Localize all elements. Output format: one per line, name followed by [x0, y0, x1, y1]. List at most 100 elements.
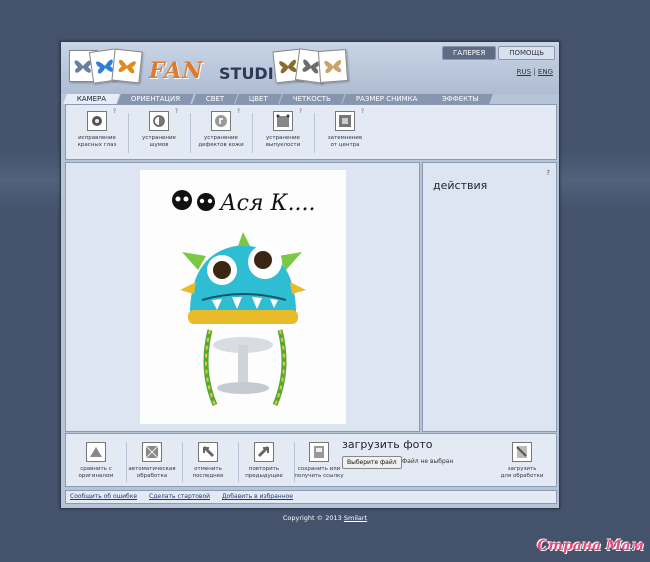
tool-label: затемнение — [327, 135, 363, 141]
help-icon[interactable]: ? — [113, 108, 116, 115]
red-eye-icon — [87, 111, 107, 131]
noise-tool[interactable]: ? устранение шумов — [130, 108, 188, 149]
lang-rus[interactable]: RUS — [517, 68, 531, 76]
actions-title: действия — [433, 179, 488, 192]
tool-label: автоматическая — [128, 466, 176, 472]
tab-effects[interactable]: ЭФФЕКТЫ — [428, 94, 493, 104]
report-error-link[interactable]: Сообщить об ошибке — [70, 493, 137, 500]
undo-button[interactable]: отменить последнее — [180, 442, 236, 480]
upload-process-button[interactable]: загрузить для обработки — [494, 442, 550, 480]
add-favorites-link[interactable]: Добавить в избранное — [222, 493, 293, 500]
tab-help[interactable]: ПОМОЩЬ — [498, 46, 555, 60]
top-tabs: ГАЛЕРЕЯ ПОМОЩЬ — [440, 46, 555, 60]
footer-links: Сообщить об ошибке Сделать стартовой Доб… — [65, 490, 557, 504]
photo-caption: Ася К.... — [218, 191, 316, 216]
save-button[interactable]: сохранить или получить ссылку — [288, 442, 350, 480]
tool-label: получить ссылку — [294, 473, 344, 479]
tab-size[interactable]: РАЗМЕР СНИМКА — [341, 94, 432, 104]
tab-size-label: РАЗМЕР СНИМКА — [355, 95, 418, 103]
tool-label: сохранить или — [297, 466, 341, 472]
tab-color[interactable]: ЦВЕТ — [235, 94, 282, 104]
vignette-icon — [335, 111, 355, 131]
help-icon[interactable]: ? — [361, 108, 364, 115]
auto-button[interactable]: автоматическая обработка — [124, 442, 180, 480]
tool-label: дефектов кожи — [198, 142, 244, 148]
redo-button[interactable]: повторить предыдущее — [236, 442, 292, 480]
lang-eng[interactable]: ENG — [538, 68, 553, 76]
upload-title: загрузить фото — [342, 438, 433, 451]
tool-label: выпуклости — [265, 142, 301, 148]
hat-photo-icon: Ася К.... — [140, 170, 346, 424]
camera-tools-panel: ? исправление красных глаз ? устранение … — [65, 104, 557, 160]
tool-label: оригиналом — [78, 473, 114, 479]
tool-label: загрузить — [507, 466, 537, 472]
actions-panel: ? действия — [422, 162, 557, 432]
tool-label: шумов — [149, 142, 169, 148]
copyright-brand-link[interactable]: Smilart — [344, 514, 367, 522]
tool-label: повторить — [248, 466, 280, 472]
bottom-toolbar: сравнить с оригиналом автоматическая обр… — [65, 433, 557, 487]
tab-orientation[interactable]: ОРИЕНТАЦИЯ — [117, 94, 195, 104]
auto-icon — [142, 442, 162, 462]
bulge-icon — [273, 111, 293, 131]
redo-icon — [254, 442, 274, 462]
compare-icon — [86, 442, 106, 462]
save-icon — [309, 442, 329, 462]
tool-label: устранение — [142, 135, 176, 141]
skin-icon — [211, 111, 231, 131]
tool-label: последнее — [192, 473, 224, 479]
watermark: Страна Мам — [537, 538, 644, 554]
tool-label: обработка — [136, 473, 168, 479]
butterfly-thumb-icon — [317, 49, 349, 83]
file-status: Файл не выбран — [402, 458, 454, 465]
tab-sharpness[interactable]: ЧЕТКОСТЬ — [279, 94, 345, 104]
butterfly-thumb-icon — [111, 48, 143, 84]
tab-color-label: ЦВЕТ — [248, 95, 268, 103]
noise-icon — [149, 111, 169, 131]
logo: FAN STUDIO — [69, 48, 349, 88]
photo-preview[interactable]: Ася К.... — [140, 170, 346, 424]
help-icon[interactable]: ? — [237, 108, 240, 115]
tab-orientation-label: ОРИЕНТАЦИЯ — [131, 95, 181, 103]
choose-file-button[interactable]: Выберите файл — [342, 456, 402, 469]
make-start-link[interactable]: Сделать стартовой — [149, 493, 210, 500]
tool-label: предыдущее — [245, 473, 283, 479]
tool-label: для обработки — [500, 473, 544, 479]
copyright-text: Copyright © 2013 — [282, 514, 342, 522]
tool-label: отменить — [194, 466, 222, 472]
divider — [190, 113, 191, 153]
bulge-tool[interactable]: ? устранение выпуклости — [254, 108, 312, 149]
tab-gallery[interactable]: ГАЛЕРЕЯ — [441, 46, 497, 60]
tool-label: устранение — [266, 135, 300, 141]
actions-help-icon[interactable]: ? — [546, 169, 550, 177]
red-eye-tool[interactable]: ? исправление красных глаз — [68, 108, 126, 149]
help-icon[interactable]: ? — [175, 108, 178, 115]
tab-light-label: СВЕТ — [205, 95, 224, 103]
tab-camera-label: КАМЕРА — [76, 95, 107, 103]
vignette-tool[interactable]: ? затемнение от центра — [316, 108, 374, 149]
copyright: Copyright © 2013 Smilart — [0, 514, 650, 522]
divider — [314, 113, 315, 153]
category-tabs: КАМЕРА ОРИЕНТАЦИЯ СВЕТ ЦВЕТ ЧЕТКОСТЬ РАЗ… — [63, 94, 493, 104]
header: FAN STUDIO ГАЛЕРЕЯ ПОМОЩЬ RUS | ENG — [61, 42, 559, 94]
divider — [252, 113, 253, 153]
upload-icon — [512, 442, 532, 462]
tool-label: устранение — [204, 135, 238, 141]
tab-effects-label: ЭФФЕКТЫ — [442, 95, 479, 103]
tab-sharpness-label: ЧЕТКОСТЬ — [292, 95, 331, 103]
skin-tool[interactable]: ? устранение дефектов кожи — [192, 108, 250, 149]
compare-button[interactable]: сравнить с оригиналом — [68, 442, 124, 480]
help-icon[interactable]: ? — [299, 108, 302, 115]
tool-label: от центра — [330, 142, 360, 148]
tool-label: красных глаз — [77, 142, 117, 148]
tool-label: исправление — [78, 135, 116, 141]
tab-light[interactable]: СВЕТ — [191, 94, 238, 104]
fanstudio-app: FAN STUDIO ГАЛЕРЕЯ ПОМОЩЬ RUS | ENG КАМЕ… — [60, 41, 560, 509]
language-switch: RUS | ENG — [516, 68, 553, 76]
divider — [128, 113, 129, 153]
tab-camera[interactable]: КАМЕРА — [63, 94, 121, 104]
undo-icon — [198, 442, 218, 462]
tool-label: сравнить с — [80, 466, 112, 472]
image-canvas: Ася К.... — [65, 162, 420, 432]
logo-fan: FAN — [149, 58, 204, 84]
